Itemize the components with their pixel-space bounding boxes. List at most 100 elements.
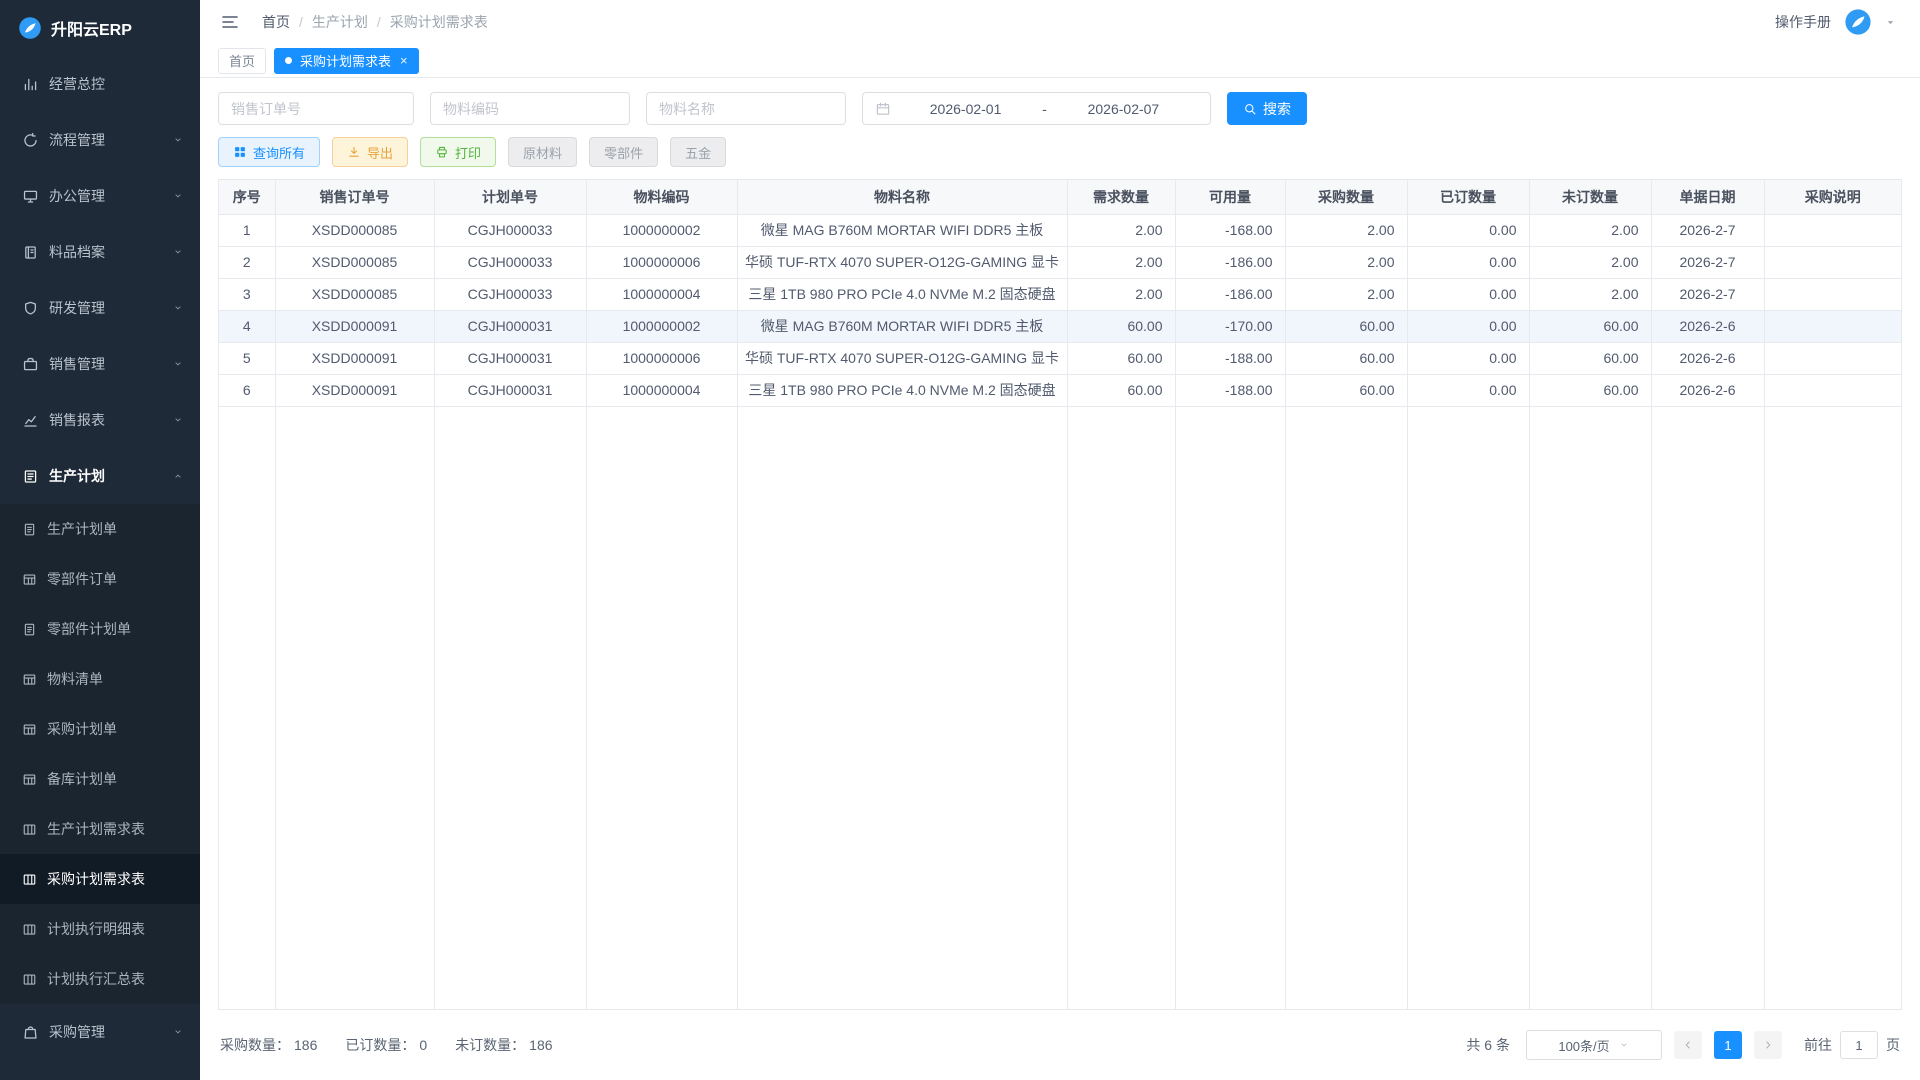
breadcrumb-home[interactable]: 首页 bbox=[262, 12, 290, 32]
sidebar-item-parts-plan-order[interactable]: 零部件计划单 bbox=[0, 604, 200, 654]
page-1-button[interactable]: 1 bbox=[1714, 1031, 1742, 1059]
query-all-button[interactable]: 查询所有 bbox=[218, 137, 320, 167]
sidebar-item-purchase-plan-demand[interactable]: 采购计划需求表 bbox=[0, 854, 200, 904]
date-start-input[interactable] bbox=[891, 100, 1040, 118]
sidebar-item-parts-order[interactable]: 零部件订单 bbox=[0, 554, 200, 604]
sidebar-item-production-plan[interactable]: 生产计划 bbox=[0, 448, 200, 504]
breadcrumb-separator: / bbox=[299, 14, 303, 30]
breadcrumb-production-plan[interactable]: 生产计划 bbox=[312, 12, 368, 32]
sidebar-item-dashboard[interactable]: 经营总控 bbox=[0, 56, 200, 112]
total-count: 共 6 条 bbox=[1466, 1035, 1510, 1055]
export-button[interactable]: 导出 bbox=[332, 137, 408, 167]
sidebar-menu: 经营总控流程管理办公管理料品档案研发管理销售管理销售报表生产计划生产计划单零部件… bbox=[0, 56, 200, 1080]
close-icon[interactable]: × bbox=[400, 54, 408, 67]
material-code-input[interactable] bbox=[430, 92, 630, 125]
columns-icon bbox=[22, 922, 37, 937]
search-icon bbox=[1243, 102, 1257, 116]
column-header: 采购数量 bbox=[1285, 180, 1407, 214]
sidebar-item-production-plan-demand[interactable]: 生产计划需求表 bbox=[0, 804, 200, 854]
column-header: 可用量 bbox=[1175, 180, 1285, 214]
search-button[interactable]: 搜索 bbox=[1227, 92, 1307, 125]
chevron-right-icon bbox=[1762, 1039, 1774, 1051]
grid-icon bbox=[233, 145, 247, 159]
printer-icon bbox=[435, 145, 449, 159]
table-row[interactable]: 3XSDD000085CGJH0000331000000004三星 1TB 98… bbox=[219, 278, 1901, 310]
breadcrumb-current: 采购计划需求表 bbox=[390, 12, 488, 32]
date-range-picker[interactable]: - bbox=[862, 92, 1211, 125]
logo-icon bbox=[18, 16, 42, 40]
sidebar-item-workshop[interactable]: 车间设置 bbox=[0, 1060, 200, 1080]
prev-page-button[interactable] bbox=[1674, 1031, 1702, 1059]
date-end-input[interactable] bbox=[1049, 100, 1198, 118]
chevron-down-icon bbox=[172, 190, 184, 202]
dashboard-icon bbox=[22, 76, 39, 93]
table-row[interactable]: 1XSDD000085CGJH0000331000000002微星 MAG B7… bbox=[219, 214, 1901, 246]
raw-material-button[interactable]: 原材料 bbox=[508, 137, 577, 167]
sales-order-input[interactable] bbox=[218, 92, 414, 125]
order-icon bbox=[22, 772, 37, 787]
table-header-row: 序号销售订单号计划单号物料编码物料名称需求数量可用量采购数量已订数量未订数量单据… bbox=[219, 180, 1901, 214]
materials-icon bbox=[22, 244, 39, 261]
sidebar-item-stock-plan-order[interactable]: 备库计划单 bbox=[0, 754, 200, 804]
tab-purchase-plan-demand[interactable]: 采购计划需求表 × bbox=[274, 48, 419, 74]
export-icon bbox=[347, 145, 361, 159]
app-root: 升阳云ERP 经营总控流程管理办公管理料品档案研发管理销售管理销售报表生产计划生… bbox=[0, 0, 1920, 1080]
topbar-right: 操作手册 bbox=[1775, 8, 1896, 36]
material-name-input[interactable] bbox=[646, 92, 846, 125]
sidebar-item-purchase-plan-order[interactable]: 采购计划单 bbox=[0, 704, 200, 754]
summary-ordered-qty: 已订数量：0 bbox=[345, 1035, 427, 1055]
sidebar-item-process[interactable]: 流程管理 bbox=[0, 112, 200, 168]
flow-icon bbox=[22, 132, 39, 149]
table-row[interactable]: 5XSDD000091CGJH0000311000000006华硕 TUF-RT… bbox=[219, 342, 1901, 374]
tab-home[interactable]: 首页 bbox=[218, 48, 266, 74]
sidebar-toggle-button[interactable] bbox=[220, 12, 240, 32]
sidebar-item-sales-report[interactable]: 销售报表 bbox=[0, 392, 200, 448]
sidebar-item-office[interactable]: 办公管理 bbox=[0, 168, 200, 224]
app-logo-text: 升阳云ERP bbox=[51, 16, 132, 40]
table-row[interactable]: 6XSDD000091CGJH0000311000000004三星 1TB 98… bbox=[219, 374, 1901, 406]
chevron-down-icon bbox=[172, 302, 184, 314]
goto-page-input[interactable] bbox=[1840, 1031, 1878, 1059]
filter-bar: - 搜索 bbox=[218, 92, 1902, 125]
chevron-down-icon bbox=[1618, 1039, 1630, 1051]
parts-button[interactable]: 零部件 bbox=[589, 137, 658, 167]
user-avatar[interactable] bbox=[1844, 8, 1872, 36]
columns-icon bbox=[22, 822, 37, 837]
page-size-select[interactable]: 100条/页 bbox=[1526, 1030, 1662, 1060]
sidebar: 升阳云ERP 经营总控流程管理办公管理料品档案研发管理销售管理销售报表生产计划生… bbox=[0, 0, 200, 1080]
calendar-icon bbox=[875, 101, 891, 117]
sidebar-item-production-plan-order[interactable]: 生产计划单 bbox=[0, 504, 200, 554]
doc-icon bbox=[22, 622, 37, 637]
table-row[interactable]: 2XSDD000085CGJH0000331000000006华硕 TUF-RT… bbox=[219, 246, 1901, 278]
sidebar-item-plan-exec-summary[interactable]: 计划执行汇总表 bbox=[0, 954, 200, 1004]
sidebar-item-materials[interactable]: 料品档案 bbox=[0, 224, 200, 280]
next-page-button[interactable] bbox=[1754, 1031, 1782, 1059]
column-header: 物料名称 bbox=[737, 180, 1067, 214]
breadcrumb: 首页 / 生产计划 / 采购计划需求表 bbox=[262, 12, 488, 32]
date-separator: - bbox=[1040, 101, 1049, 117]
chevron-down-icon bbox=[172, 1026, 184, 1038]
sidebar-item-sales[interactable]: 销售管理 bbox=[0, 336, 200, 392]
hardware-button[interactable]: 五金 bbox=[670, 137, 726, 167]
column-header: 序号 bbox=[219, 180, 275, 214]
column-header: 物料编码 bbox=[586, 180, 737, 214]
columns-icon bbox=[22, 872, 37, 887]
summary-stats: 采购数量：186 已订数量：0 未订数量：186 bbox=[220, 1035, 553, 1055]
print-button[interactable]: 打印 bbox=[420, 137, 496, 167]
toolbar: 查询所有 导出 打印 原材料 零部件 五金 bbox=[218, 137, 1902, 167]
chevron-down-icon[interactable] bbox=[1885, 17, 1896, 28]
active-tab-dot bbox=[285, 57, 292, 64]
plan-icon bbox=[22, 468, 39, 485]
sidebar-item-bom-list[interactable]: 物料清单 bbox=[0, 654, 200, 704]
column-header: 未订数量 bbox=[1529, 180, 1651, 214]
goto-page: 前往 页 bbox=[1804, 1031, 1900, 1059]
column-header: 采购说明 bbox=[1764, 180, 1901, 214]
chevron-down-icon bbox=[172, 246, 184, 258]
order-icon bbox=[22, 672, 37, 687]
sidebar-item-plan-exec-detail[interactable]: 计划执行明细表 bbox=[0, 904, 200, 954]
doc-icon bbox=[22, 522, 37, 537]
sidebar-item-rnd[interactable]: 研发管理 bbox=[0, 280, 200, 336]
sidebar-item-purchase[interactable]: 采购管理 bbox=[0, 1004, 200, 1060]
table-row[interactable]: 4XSDD000091CGJH0000311000000002微星 MAG B7… bbox=[219, 310, 1901, 342]
manual-link[interactable]: 操作手册 bbox=[1775, 12, 1831, 32]
